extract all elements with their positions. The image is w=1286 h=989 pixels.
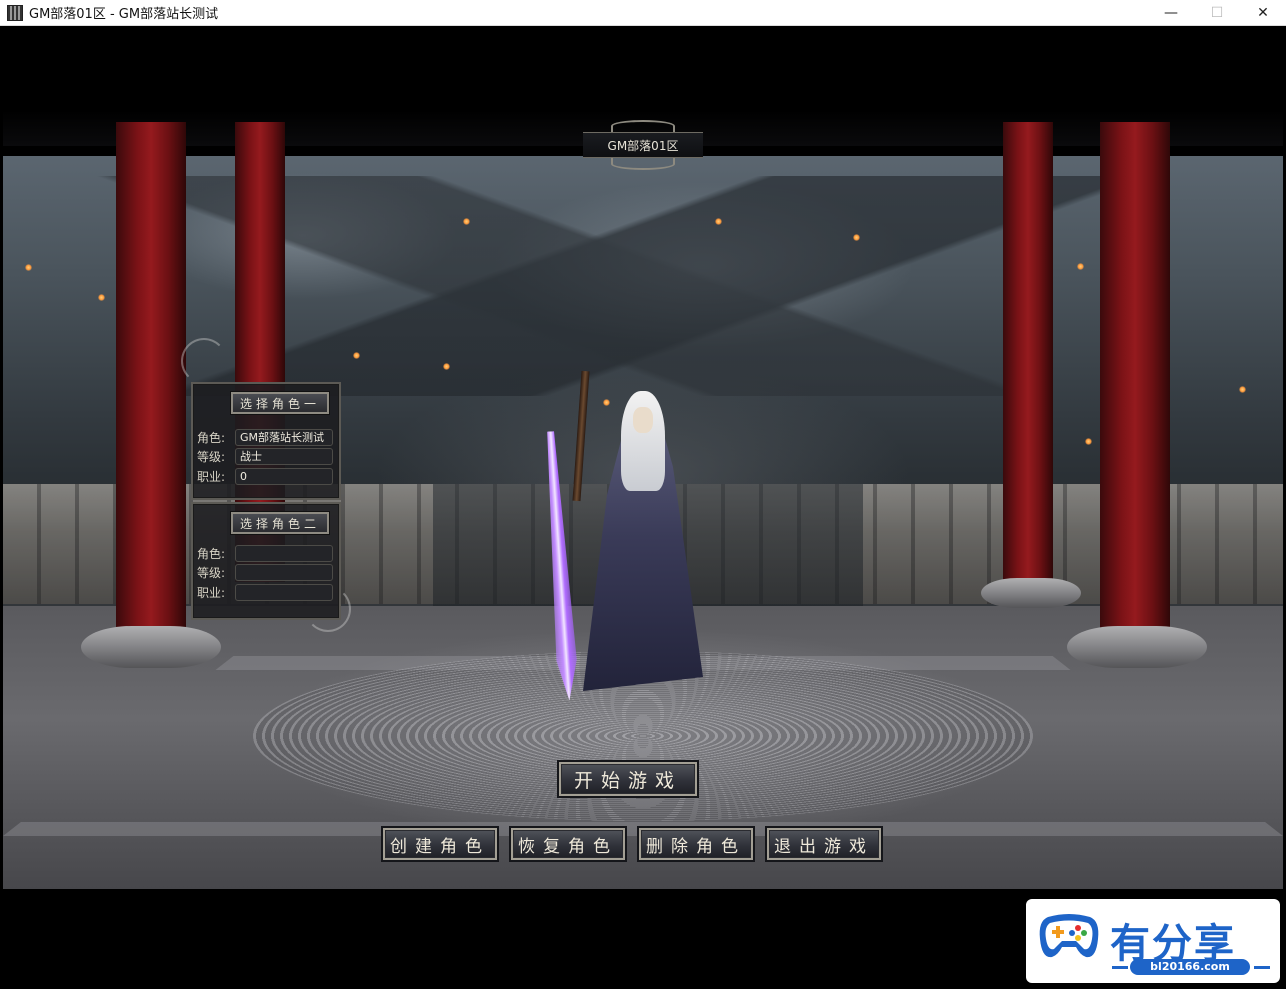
role-name-value: [235, 544, 333, 562]
gamepad-logo-icon: [1039, 914, 1099, 958]
maximize-button: ☐: [1210, 5, 1224, 21]
ember-glow: [353, 352, 360, 359]
select-role-2-button[interactable]: 选择角色二: [230, 511, 330, 535]
server-name-banner: GM部落01区: [583, 132, 703, 158]
hero-character: [513, 370, 713, 711]
ember-glow: [1085, 438, 1092, 445]
ember-glow: [463, 218, 470, 225]
role-level-value: [235, 563, 333, 581]
exit-game-button[interactable]: 退出游戏: [765, 826, 883, 862]
red-pillar-left-outer: [116, 122, 186, 662]
role-level-label: 等级:: [197, 449, 226, 464]
watermark-dash: [1254, 966, 1270, 969]
role-class-label: 职业:: [197, 585, 226, 600]
red-pillar-right-inner: [1003, 122, 1053, 582]
role-name-row: 角色: GM部落站长测试: [197, 428, 333, 446]
hero-face: [633, 407, 653, 433]
pillar-base: [81, 626, 221, 668]
role-slot-1-panel: 选择角色一 角色: GM部落站长测试 等级: 战士 职业: 0: [191, 382, 341, 500]
role-class-row: 职业:: [197, 583, 333, 601]
create-role-button[interactable]: 创建角色: [381, 826, 499, 862]
game-viewport: GM部落01区 选择角色一 角色: GM部落站长测试 等级: 战士 职业: 0 …: [3, 26, 1283, 889]
window-titlebar[interactable]: GM部落01区 - GM部落站长测试 — ☐ ✕: [0, 0, 1286, 26]
ember-glow: [1077, 263, 1084, 270]
close-button[interactable]: ✕: [1240, 0, 1286, 26]
app-icon: [7, 4, 23, 21]
role-class-label: 职业:: [197, 469, 226, 484]
pillar-base: [1067, 626, 1207, 668]
start-game-button[interactable]: 开始游戏: [557, 760, 699, 798]
watermark-dash: [1112, 966, 1128, 969]
ember-glow: [443, 363, 450, 370]
role-slot-2-panel: 选择角色二 角色: 等级: 职业:: [191, 502, 341, 620]
ember-glow: [1239, 386, 1246, 393]
role-level-row: 等级: 战士: [197, 447, 333, 465]
hero-staff: [572, 370, 590, 502]
red-pillar-right-outer: [1100, 122, 1170, 662]
window-title: GM部落01区 - GM部落站长测试: [29, 7, 219, 22]
watermark-url: bl20166.com: [1130, 959, 1250, 975]
minimize-button[interactable]: —: [1148, 0, 1194, 26]
hero-hair: [621, 391, 665, 491]
ember-glow: [98, 294, 105, 301]
role-name-label: 角色:: [197, 430, 226, 445]
role-level-value: 战士: [235, 447, 333, 465]
ember-glow: [25, 264, 32, 271]
role-level-label: 等级:: [197, 565, 226, 580]
role-level-row: 等级:: [197, 563, 333, 581]
ember-glow: [715, 218, 722, 225]
site-watermark: 有分享 bl20166.com: [1026, 899, 1280, 983]
role-class-value: [235, 583, 333, 601]
role-name-label: 角色:: [197, 546, 226, 561]
banner-ornament-top: [611, 120, 675, 132]
restore-role-button[interactable]: 恢复角色: [509, 826, 627, 862]
pillar-base: [981, 578, 1081, 608]
dragon-ornament-icon: [181, 338, 227, 384]
select-role-1-button[interactable]: 选择角色一: [230, 391, 330, 415]
delete-role-button[interactable]: 删除角色: [637, 826, 755, 862]
banner-ornament-bottom: [611, 158, 675, 170]
role-name-value: GM部落站长测试: [235, 428, 333, 446]
window-controls: — ☐ ✕: [1148, 0, 1286, 26]
role-name-row: 角色:: [197, 544, 333, 562]
role-class-value: 0: [235, 467, 333, 485]
role-class-row: 职业: 0: [197, 467, 333, 485]
ember-glow: [853, 234, 860, 241]
